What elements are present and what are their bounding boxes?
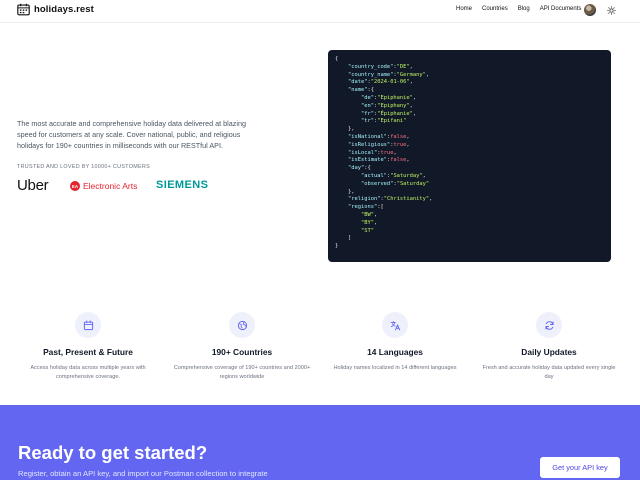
json-country-code: DE: [399, 63, 407, 70]
translate-icon: [390, 320, 400, 330]
feature-description: Holiday names localized in 14 different …: [333, 365, 457, 371]
nav-blog[interactable]: Blog: [518, 6, 530, 12]
nav-api-documents[interactable]: API Documents: [540, 6, 582, 12]
brand-name: holidays.rest: [34, 4, 94, 15]
json-region: BY: [364, 219, 371, 226]
feature-title: 190+ Countries: [211, 347, 273, 357]
feature-description: Access holiday data across multiple year…: [30, 365, 146, 380]
cta-banner: Ready to get started? Register, obtain a…: [0, 405, 640, 480]
get-api-key-button[interactable]: Get your API key: [540, 457, 620, 478]
json-country-name: Germany: [399, 71, 423, 78]
brand-logo[interactable]: holidays.rest: [17, 3, 94, 16]
features-section: Past, Present & Future Access holiday da…: [0, 312, 640, 402]
electronic-arts-logo: EA Electronic Arts: [70, 181, 137, 191]
feature-card: 190+ Countries Comprehensive coverage of…: [167, 312, 317, 381]
hero-description: The most accurate and comprehensive holi…: [17, 119, 246, 150]
calendar-icon: [83, 320, 93, 330]
feature-title: 14 Languages: [367, 347, 423, 357]
nav-countries[interactable]: Countries: [482, 6, 508, 12]
json-region: BW: [364, 211, 371, 218]
refresh-icon: [544, 320, 554, 330]
json-name-de: Epiphanie: [380, 94, 410, 101]
json-name-fr: Épiphanie: [380, 110, 410, 117]
feature-description: Comprehensive coverage of 190+ countries…: [173, 365, 311, 380]
json-day-actual: Saturday: [393, 172, 420, 179]
sun-icon[interactable]: [607, 6, 616, 15]
cta-title: Ready to get started?: [18, 442, 208, 463]
main-nav: Home Countries Blog API Documents: [456, 6, 591, 12]
siemens-logo: SIEMENS: [156, 179, 209, 191]
json-is-national: false: [390, 133, 407, 140]
feature-title: Daily Updates: [521, 347, 577, 357]
json-religion: Christianity: [386, 196, 426, 203]
feature-description: Fresh and accurate holiday data updated …: [482, 365, 616, 380]
feature-title: Past, Present & Future: [43, 347, 133, 357]
globe-icon: [237, 320, 247, 330]
uber-logo: Uber: [17, 177, 49, 194]
json-is-religious: true: [393, 141, 407, 148]
ea-badge-icon: EA: [70, 181, 80, 191]
json-is-estimate: false: [390, 157, 407, 164]
cta-description: Register, obtain an API key, and import …: [18, 469, 268, 478]
electronic-arts-text: Electronic Arts: [83, 181, 138, 191]
top-navbar: holidays.rest Home Countries Blog API Do…: [0, 0, 640, 23]
json-name-en: Epiphany: [380, 102, 407, 109]
json-day-observed: Saturday: [399, 180, 426, 187]
trusted-label: TRUSTED AND LOVED BY 10000+ CUSTOMERS: [17, 164, 150, 170]
json-is-local: true: [380, 149, 394, 156]
feature-card: Past, Present & Future Access holiday da…: [13, 312, 163, 381]
user-avatar[interactable]: [584, 4, 596, 16]
customer-logos: Uber EA Electronic Arts SIEMENS: [17, 177, 237, 197]
json-date: 2024-01-06: [373, 79, 407, 86]
feature-card: Daily Updates Fresh and accurate holiday…: [474, 312, 624, 381]
json-region: ST: [364, 227, 371, 234]
feature-card: 14 Languages Holiday names localized in …: [320, 312, 470, 373]
calendar-logo-icon: [17, 3, 30, 16]
nav-home[interactable]: Home: [456, 6, 472, 12]
json-response-sample: { "country_code":"DE", "country_name":"G…: [328, 50, 611, 262]
json-name-tr: Epifani: [380, 118, 404, 125]
